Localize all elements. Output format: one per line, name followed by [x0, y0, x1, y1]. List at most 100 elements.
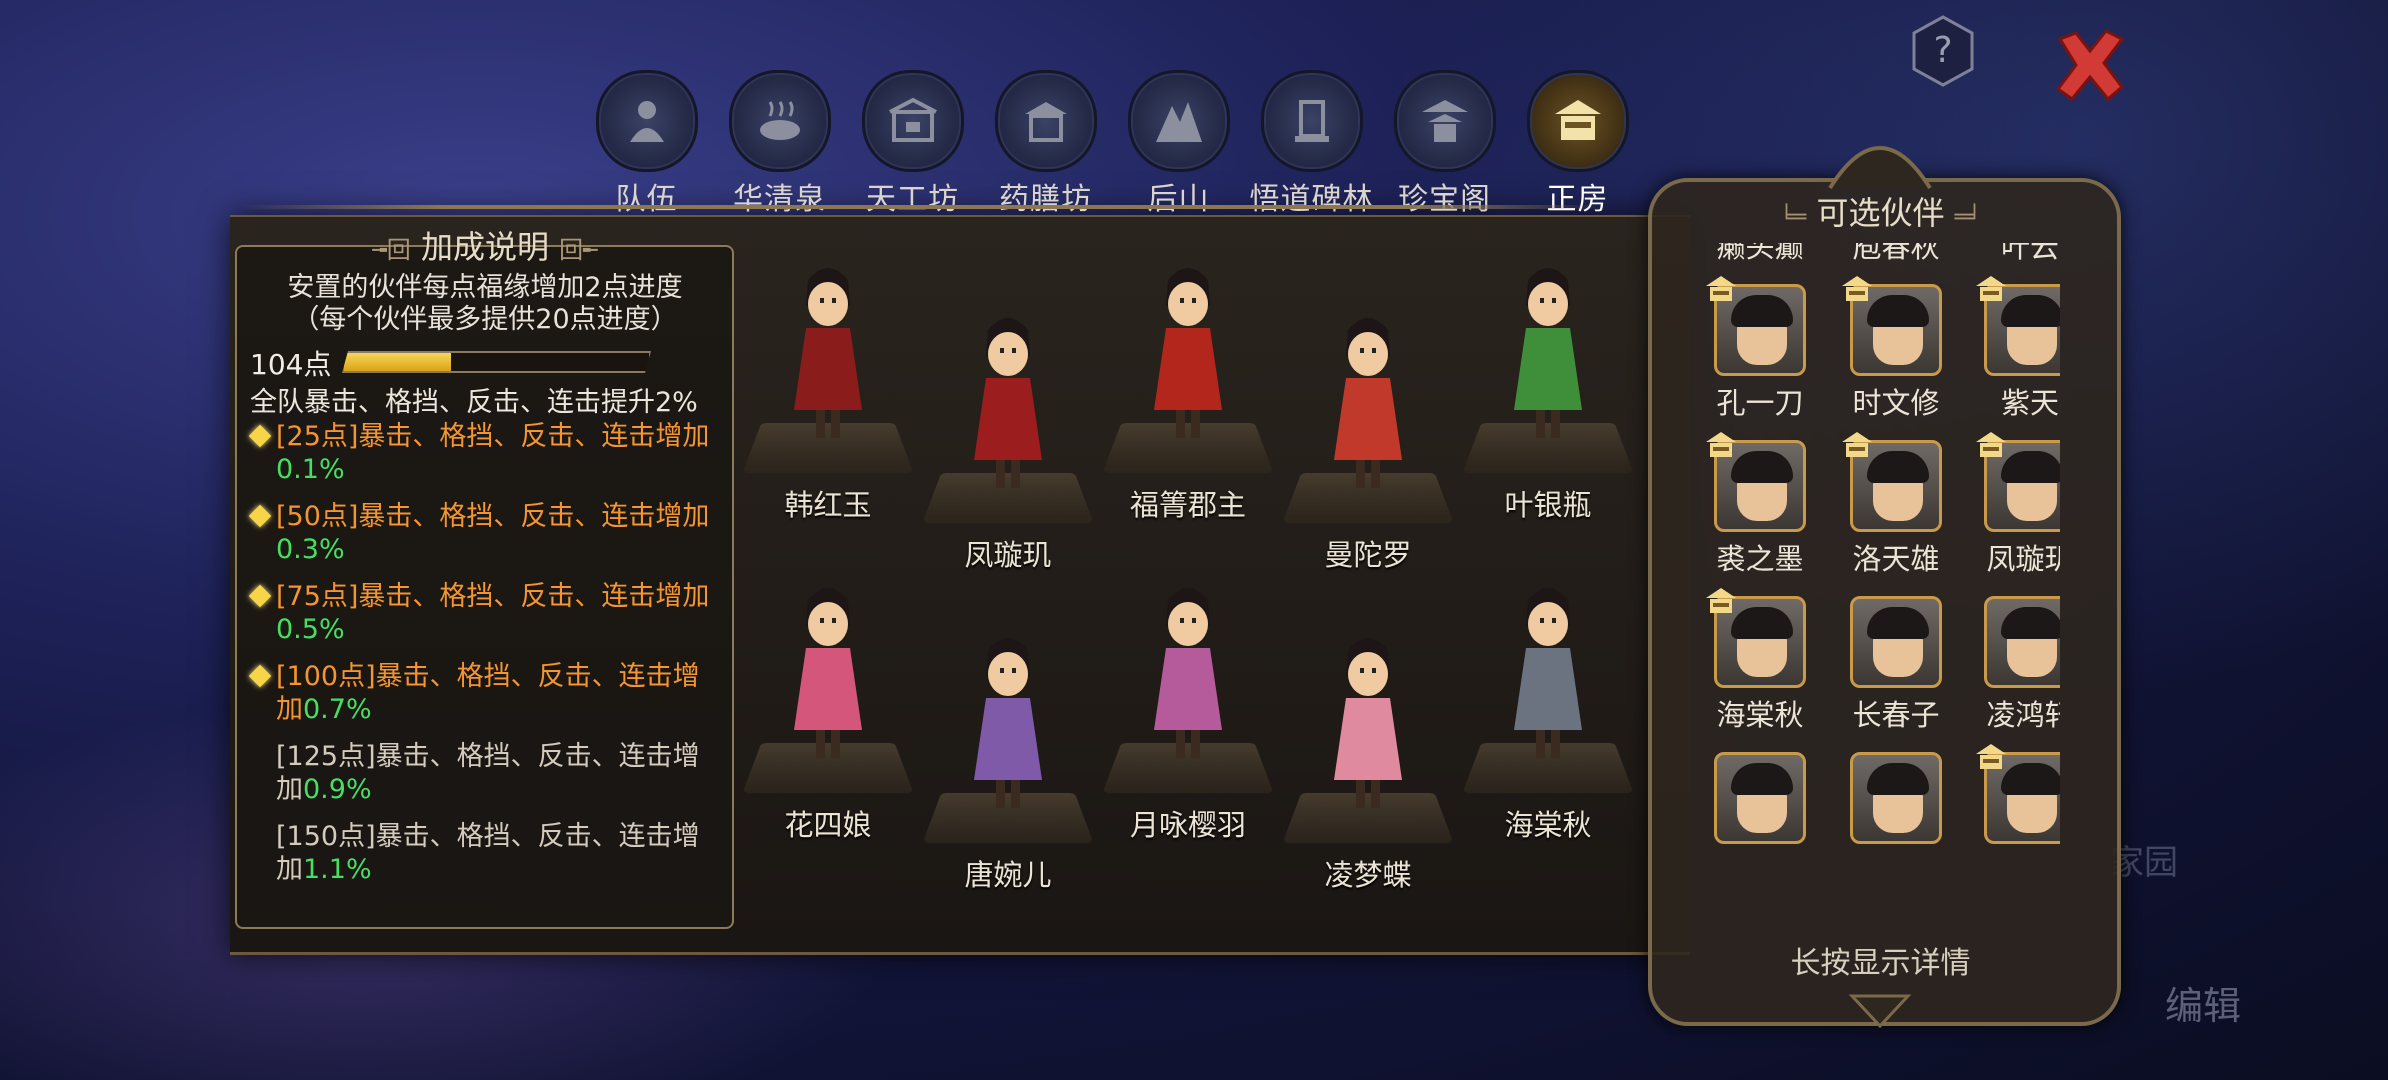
bonus-tier: [125点]暴击、格挡、反击、连击增加0.9% — [250, 740, 725, 806]
tab-label: 队伍 — [615, 182, 678, 217]
close-icon — [2055, 29, 2125, 102]
partner-card[interactable]: 长春子 — [1846, 596, 1946, 746]
house-badge-icon — [1976, 744, 2006, 769]
tab-mountain[interactable]: 后山 — [1112, 70, 1245, 217]
placed-character[interactable]: 月咏樱羽 — [1098, 580, 1278, 842]
placed-character[interactable]: 福箐郡主 — [1098, 260, 1278, 522]
character-name: 唐婉儿 — [964, 858, 1052, 892]
title-ornament-right: 回╾ — [559, 236, 598, 264]
partner-name: 海棠秋 — [1716, 698, 1804, 732]
tab-label: 天工坊 — [866, 182, 959, 217]
placed-character[interactable]: 花四娘 — [738, 580, 918, 842]
partner-card[interactable]: 孔一刀 — [1706, 276, 1810, 434]
portrait-hair — [1867, 295, 1929, 327]
team-bonus-text: 全队暴击、格挡、反击、连击提升2% — [250, 387, 698, 418]
portrait-hair — [1731, 451, 1793, 483]
character-sprite-icon — [1514, 268, 1582, 438]
placed-character[interactable]: 叶银瓶 — [1458, 260, 1638, 522]
bonus-tier: [100点]暴击、格挡、反击、连击增加0.7% — [248, 660, 725, 726]
partner-name: 洛天雄 — [1852, 542, 1940, 576]
bonus-tier: [50点]暴击、格挡、反击、连击增加0.3% — [248, 500, 725, 566]
tab-kitchen[interactable]: 药膳坊 — [979, 70, 1112, 217]
house-badge-icon — [1706, 588, 1736, 613]
tab-main-house[interactable]: 正房 — [1511, 70, 1644, 217]
svg-text:?: ? — [1933, 30, 1952, 71]
bonus-title-text: 加成说明 — [420, 228, 549, 266]
title-ornament-right: ═╛ — [1954, 205, 1982, 230]
partner-name: 凤璇玑 — [1986, 542, 2060, 576]
portrait-hair — [1731, 607, 1793, 639]
tab-label: 华清泉 — [733, 182, 826, 217]
bonus-tier: [25点]暴击、格挡、反击、连击增加0.1% — [248, 420, 725, 486]
house-badge-icon — [1842, 276, 1872, 301]
partner-name: 裘之墨 — [1716, 542, 1804, 576]
character-sprite-icon — [974, 318, 1042, 488]
tab-workshop[interactable]: 天工坊 — [846, 70, 979, 217]
placed-character[interactable]: 唐婉儿 — [918, 630, 1098, 892]
placed-character[interactable]: 凤璇玑 — [918, 310, 1098, 572]
tab-label: 珍宝阁 — [1398, 182, 1491, 217]
tier-value: 1.1% — [303, 854, 372, 885]
character-name: 韩红玉 — [784, 488, 872, 522]
partner-card[interactable]: 洛天雄 — [1842, 432, 1946, 590]
character-sprite-icon — [1514, 588, 1582, 758]
pavilion-icon — [1393, 70, 1496, 172]
partner-card[interactable]: 叶云 — [1980, 243, 2060, 278]
portrait-hair — [2001, 763, 2060, 795]
character-name: 海棠秋 — [1504, 808, 1592, 842]
tab-pavilion[interactable]: 珍宝阁 — [1378, 70, 1511, 217]
tier-value: 0.5% — [276, 614, 345, 645]
tab-stele[interactable]: 悟道碑林 — [1245, 70, 1378, 217]
tab-hot-spring[interactable]: 华清泉 — [713, 70, 846, 217]
partner-card[interactable] — [1710, 752, 1810, 902]
edit-button[interactable]: 编辑 — [2165, 975, 2241, 1030]
partner-card[interactable]: 庖春秋 — [1846, 243, 1946, 278]
tab-bar: 队伍 华清泉 天工坊 药膳坊 后山 悟道碑林 珍宝阁 正房 — [580, 70, 1644, 217]
partner-card[interactable]: 癞头癫 — [1710, 243, 1810, 278]
mountain-icon — [1127, 70, 1230, 172]
tier-value: 0.3% — [276, 534, 345, 565]
portrait-hair — [1731, 295, 1793, 327]
panel-ornament-icon — [1828, 146, 1932, 190]
partner-grid[interactable]: 癞头癫 庖春秋 叶云孔一刀 时文修 紫天裘之墨 洛天雄 凤璇玑海棠秋 长春子 凌鸿轩 — [1700, 243, 2060, 1043]
partner-card[interactable]: 时文修 — [1842, 276, 1946, 434]
character-name: 凤璇玑 — [964, 538, 1052, 572]
character-sprite-icon — [974, 638, 1042, 808]
partner-card[interactable]: 凌鸿轩 — [1980, 596, 2060, 746]
character-name: 叶银瓶 — [1504, 488, 1592, 522]
workshop-icon — [861, 70, 964, 172]
points-label: 104点 — [250, 348, 332, 381]
diamond-icon — [248, 504, 272, 528]
portrait-hair — [2001, 607, 2060, 639]
character-name: 月咏樱羽 — [1129, 808, 1246, 842]
placed-character[interactable]: 韩红玉 — [738, 260, 918, 522]
partner-portrait — [1984, 596, 2060, 688]
partner-card[interactable]: 海棠秋 — [1706, 588, 1810, 746]
tier-text: [25点]暴击、格挡、反击、连击增加 — [276, 421, 710, 452]
tier-list: [25点]暴击、格挡、反击、连击增加0.1% [50点]暴击、格挡、反击、连击增加… — [248, 420, 725, 900]
close-button[interactable] — [2050, 25, 2130, 105]
tab-label: 药膳坊 — [999, 182, 1092, 217]
partner-card[interactable] — [1976, 744, 2060, 902]
character-sprite-icon — [1154, 268, 1222, 438]
tier-text: [50点]暴击、格挡、反击、连击增加 — [276, 501, 710, 532]
partner-card[interactable]: 裘之墨 — [1706, 432, 1810, 590]
long-press-hint: 长按显示详情 — [1790, 946, 1971, 981]
bonus-tier: [150点]暴击、格挡、反击、连击增加1.1% — [250, 820, 725, 886]
diamond-icon — [248, 424, 272, 448]
placed-character[interactable]: 曼陀罗 — [1278, 310, 1458, 572]
portrait-hair — [1867, 763, 1929, 795]
partner-card[interactable]: 紫天 — [1976, 276, 2060, 434]
character-name: 花四娘 — [784, 808, 872, 842]
placed-character[interactable]: 海棠秋 — [1458, 580, 1638, 842]
tab-team[interactable]: 队伍 — [580, 70, 713, 217]
help-button[interactable]: ? — [1910, 15, 1976, 87]
partner-card[interactable]: 凤璇玑 — [1976, 432, 2060, 590]
placed-character[interactable]: 凌梦蝶 — [1278, 630, 1458, 892]
portrait-hair — [2001, 451, 2060, 483]
character-sprite-icon — [794, 268, 862, 438]
diamond-icon — [248, 584, 272, 608]
character-sprite-icon — [1334, 318, 1402, 488]
panel-bottom-ornament-icon — [1848, 994, 1912, 1028]
partner-card[interactable] — [1846, 752, 1946, 902]
